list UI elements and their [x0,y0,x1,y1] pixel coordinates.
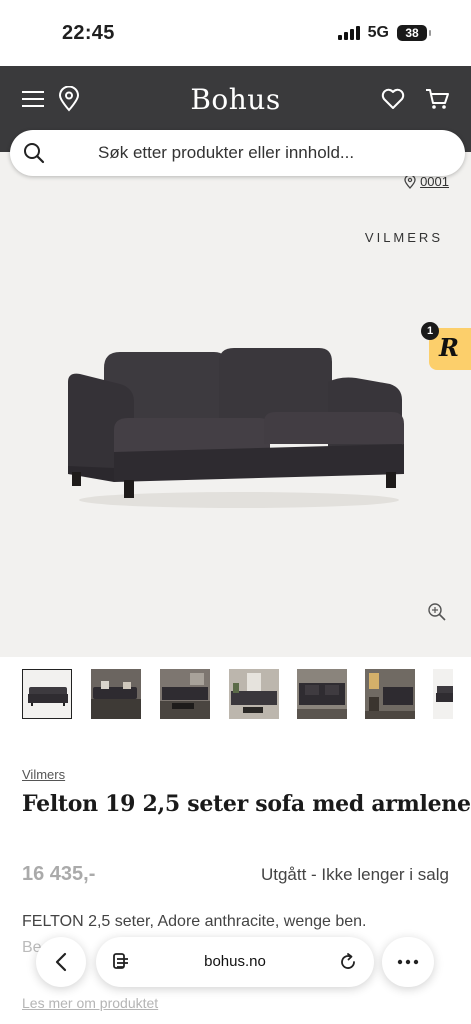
status-bar: 22:45 5G 38 [0,0,471,66]
browser-back-button[interactable] [36,937,86,987]
chevron-left-icon [55,952,67,972]
search-input[interactable]: Søk etter produkter eller innhold... [98,143,354,163]
product-gallery[interactable]: 0001 VILMERS R 1 [0,152,471,657]
product-image-sofa[interactable] [64,348,410,514]
thumbnail-strip [0,657,471,743]
location-pin-icon [404,174,416,189]
status-indicators: 5G 38 [337,24,431,42]
brand-link[interactable]: Vilmers [22,767,65,782]
store-label[interactable]: 0001 [420,174,449,189]
signal-icon [337,26,360,40]
cart-icon[interactable] [424,86,450,112]
more-dots-icon [397,959,419,965]
network-type: 5G [367,24,389,41]
product-price: 16 435,- [22,863,96,885]
search-bar[interactable]: Søk etter produkter eller innhold... [10,130,465,176]
rewards-logo-icon: R [439,333,459,362]
brand-tag: VILMERS [364,230,443,245]
status-time: 22:45 [62,22,115,44]
thumbnail-6[interactable] [365,669,415,719]
product-title: Felton 19 2,5 seter sofa med armlene [22,791,471,817]
battery-icon: 38 [397,25,431,41]
availability-status: Utgått - Ikke lenger i salg [260,865,449,884]
heart-icon[interactable] [380,86,406,112]
thumbnail-3[interactable] [160,669,210,719]
search-icon [24,143,45,164]
thumbnail-4[interactable] [229,669,279,719]
browser-url-bar[interactable]: bohus.no [96,937,374,987]
url-text: bohus.no [204,953,266,970]
thumbnail-2[interactable] [91,669,141,719]
rewards-badge[interactable]: R 1 [421,322,471,370]
store-selector[interactable]: 0001 [404,174,449,189]
rewards-count: 1 [421,322,439,340]
thumbnail-7[interactable] [433,669,453,719]
product-description: FELTON 2,5 seter, Adore anthracite, weng… [22,913,367,930]
browser-more-button[interactable] [382,937,434,987]
read-more-link[interactable]: Les mer om produktet [22,995,158,1011]
thumbnail-1[interactable] [22,669,72,719]
zoom-icon[interactable] [427,602,447,622]
reload-icon[interactable] [338,952,358,972]
thumbnail-5[interactable] [297,669,347,719]
